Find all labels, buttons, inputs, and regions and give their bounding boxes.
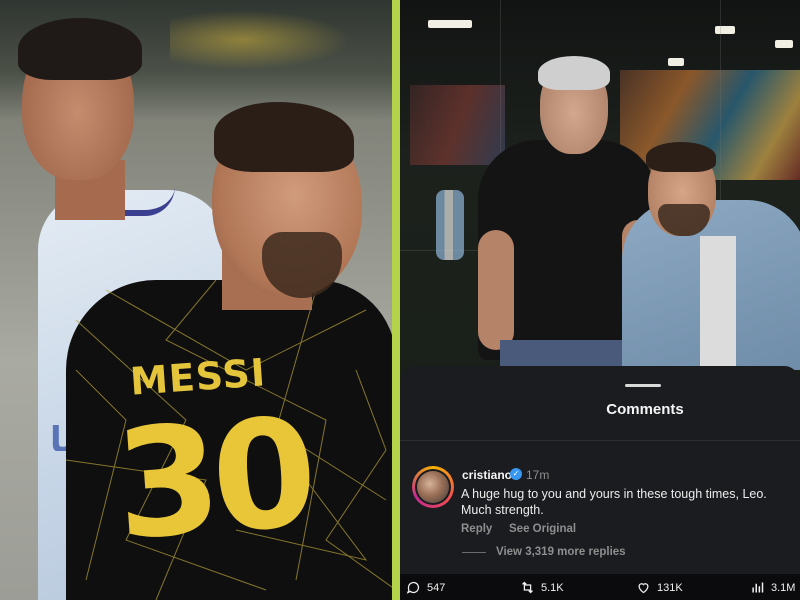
ceiling-light [428, 20, 472, 28]
left-photo: ﺭﻳﺎ MESSI 30 [0, 0, 392, 600]
man-hair [538, 56, 610, 90]
comment-timestamp: 17m [526, 468, 550, 482]
likes-count: 131K [657, 581, 683, 594]
comment-username[interactable]: cristiano [462, 468, 512, 482]
repost-action[interactable]: 5.1K [520, 580, 564, 595]
views-icon [752, 582, 764, 593]
action-bar: 547 5.1K 131K 3.1M [400, 574, 800, 600]
comments-count: 547 [427, 581, 446, 594]
views-count: 3.1M [771, 581, 796, 594]
background-player [436, 190, 464, 260]
comment-icon [406, 581, 420, 594]
view-replies-button[interactable]: View 3,319 more replies [496, 546, 626, 558]
ceiling-light [668, 58, 684, 66]
sheet-drag-handle[interactable] [625, 384, 661, 387]
commenter-avatar[interactable] [412, 466, 454, 508]
replies-line [462, 552, 486, 553]
views-action[interactable]: 3.1M [750, 580, 795, 595]
avatar-image [417, 471, 449, 503]
instagram-post: Comments cristiano ✓ 17m A huge hug to y… [400, 0, 800, 600]
ceiling-light [775, 40, 793, 48]
jersey-number: 30 [110, 386, 315, 574]
comments-title: Comments [606, 401, 684, 418]
comments-sheet: Comments cristiano ✓ 17m A huge hug to y… [400, 366, 800, 600]
ronaldo-hair [18, 18, 142, 80]
wall-mural [410, 85, 505, 165]
sheet-separator [400, 440, 800, 441]
comment-text: A huge hug to you and yours in these tou… [461, 487, 767, 517]
like-action[interactable]: 131K [636, 580, 683, 595]
comment-action[interactable]: 547 [406, 580, 445, 595]
panel-divider [392, 0, 400, 600]
stadium-lights [170, 10, 350, 70]
leo-tee [700, 236, 736, 370]
heart-icon [638, 583, 649, 594]
see-original-button[interactable]: See Original [509, 523, 576, 535]
ceiling-light [715, 26, 735, 34]
man-arm [478, 230, 514, 350]
avatar [415, 469, 451, 505]
reply-button[interactable]: Reply [461, 523, 492, 535]
post-photo[interactable] [400, 0, 800, 380]
verified-badge-icon: ✓ [510, 468, 522, 480]
repost-icon [522, 581, 533, 594]
reposts-count: 5.1K [541, 581, 564, 594]
leo-hair [646, 142, 716, 172]
